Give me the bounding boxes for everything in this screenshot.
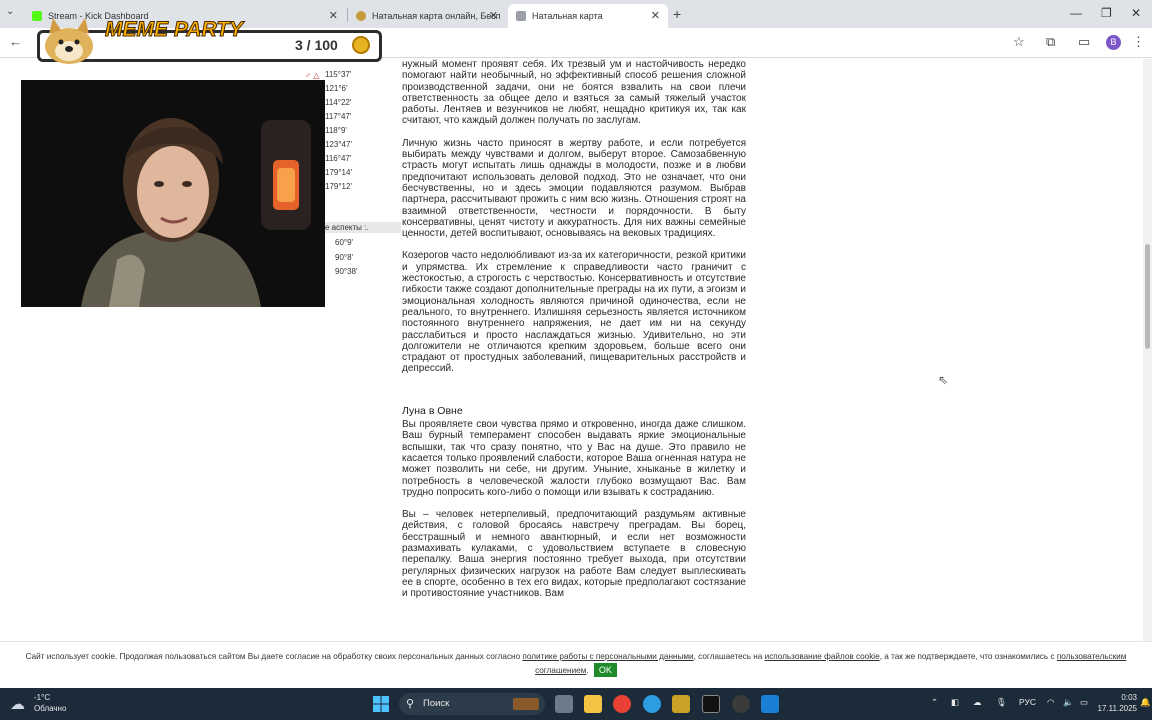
close-window-icon[interactable]: ✕ [1131, 6, 1141, 20]
battery-icon[interactable]: ▭ [1080, 697, 1088, 708]
search-icon: ⚲ [406, 698, 415, 710]
degree-value: 123°47' [325, 140, 352, 149]
input-language[interactable]: РУС [1019, 697, 1036, 707]
obs-icon[interactable] [732, 695, 750, 713]
more-menu-icon[interactable]: ⋮ [1132, 34, 1145, 50]
mouse-cursor-icon: ⇖ [938, 373, 949, 387]
cookie-consent-bar: Сайт использует cookie. Продолжая пользо… [0, 641, 1152, 687]
search-highlight-icon [513, 698, 539, 710]
article-paragraph: нужный момент проявят себя. Их трезвый у… [402, 59, 746, 127]
wifi-icon[interactable]: ◠ [1047, 697, 1054, 708]
task-view-icon[interactable] [555, 695, 573, 713]
tab-title: Натальная карта онлайн, Бесп [372, 11, 501, 21]
scrollbar-thumb[interactable] [1145, 244, 1150, 349]
tray-expand-icon[interactable]: ⌃ [931, 697, 938, 708]
section-heading: Луна в Овне [402, 404, 463, 417]
clock-date: 17.11.2025 [1097, 704, 1137, 713]
new-tab-button[interactable]: + [673, 6, 681, 22]
microphone-icon[interactable]: 🎙 [996, 697, 1007, 708]
edge-icon[interactable] [643, 695, 661, 713]
degree-value: 179°12' [325, 182, 352, 191]
coin-icon [352, 36, 370, 54]
taskbar-search-input[interactable]: ⚲ Поиск [399, 693, 545, 715]
app-shield-icon[interactable] [672, 695, 690, 713]
cookie-text: Сайт использует cookie. Продолжая пользо… [25, 652, 523, 661]
aspect-value: 60°9' [335, 238, 354, 247]
degree-value: 114°22' [325, 98, 352, 107]
tiktok-studio-icon[interactable] [702, 695, 720, 713]
maximize-icon[interactable]: ❐ [1101, 6, 1112, 20]
app-paint-icon[interactable] [761, 695, 779, 713]
cookie-text: . [586, 666, 589, 675]
meme-party-banner: MEME PARTY 3 / 100 [37, 18, 382, 66]
file-explorer-icon[interactable] [584, 695, 602, 713]
profile-avatar[interactable]: B [1106, 35, 1121, 50]
degree-value: 116°47' [325, 154, 352, 163]
planet-glyph-icon: ♂ △ [305, 71, 320, 80]
cookie-ok-button[interactable]: OK [593, 663, 617, 677]
meme-counter: 3 / 100 [295, 37, 338, 53]
degree-value: 179°14' [325, 168, 352, 177]
degree-value: 117°47' [325, 112, 352, 121]
search-placeholder: Поиск [423, 698, 450, 709]
privacy-policy-link[interactable]: политике работы с персональными данными [522, 652, 693, 661]
taskbar-clock[interactable]: 0:03 17.11.2025 [1097, 692, 1137, 714]
windows-taskbar: ☁ -1°C Облачно ⚲ Поиск ⌃ ◧ ☁ 🎙 РУС ◠ 🔈 ▭… [0, 688, 1152, 720]
tab-natal-chart[interactable]: Натальная карта ✕ [508, 4, 668, 28]
sidebar-icon[interactable]: ▭ [1078, 34, 1090, 50]
back-arrow-icon[interactable]: ← [9, 34, 22, 49]
tab-title: Натальная карта [532, 11, 603, 21]
cookie-text: , соглашаетесь на [693, 652, 765, 661]
cloud-weather-icon[interactable]: ☁ [10, 695, 25, 713]
windows-start-icon[interactable] [373, 696, 389, 712]
notification-bell-icon[interactable]: 🔔 [1140, 697, 1151, 708]
close-tab-icon[interactable]: ✕ [651, 9, 660, 22]
page-favicon-icon [516, 11, 526, 21]
tray-app-icon[interactable]: ◧ [951, 697, 959, 708]
weather-description[interactable]: Облачно [34, 704, 66, 713]
article-paragraph: Личную жизнь часто приносят в жертву раб… [402, 137, 746, 240]
streamer-video-image [21, 80, 325, 307]
webcam-feed [21, 80, 325, 307]
volume-icon[interactable]: 🔈 [1063, 697, 1074, 708]
extensions-icon[interactable]: ⧉ [1046, 34, 1055, 50]
article-paragraph: Вы проявляете свои чувства прямо и откро… [402, 419, 746, 498]
cookie-text: , а так же подтверждаете, что ознакомили… [879, 652, 1057, 661]
weather-temperature[interactable]: -1°C [34, 693, 50, 702]
chrome-icon[interactable] [613, 695, 631, 713]
degree-value: 118°9' [325, 126, 347, 135]
bookmark-star-icon[interactable]: ☆ [1013, 34, 1025, 50]
degree-value: 121°6' [325, 84, 348, 93]
clock-time: 0:03 [1121, 693, 1137, 702]
aspect-value: 90°8' [335, 253, 354, 262]
close-tab-icon[interactable]: ✕ [489, 9, 498, 22]
article-text: нужный момент проявят себя. Их трезвый у… [402, 59, 746, 610]
article-paragraph: Вы – человек нетерпеливый, предпочитающи… [402, 509, 746, 600]
page-scrollbar[interactable] [1143, 59, 1152, 641]
aspects-header: е аспекты :. [323, 222, 401, 233]
doge-icon [45, 18, 93, 64]
cookie-usage-link[interactable]: использование файлов cookie [765, 652, 880, 661]
article-paragraph: Козерогов часто недолюбливают из-за их к… [402, 250, 746, 375]
minimize-icon[interactable]: — [1070, 6, 1082, 20]
aspect-value: 90°38' [335, 267, 358, 276]
tray-cloud-icon[interactable]: ☁ [973, 697, 982, 708]
degree-value: 115°37' [325, 70, 352, 79]
banner-title: MEME PARTY [104, 18, 244, 42]
tab-search-menu-icon[interactable]: ⌄ [6, 6, 14, 17]
